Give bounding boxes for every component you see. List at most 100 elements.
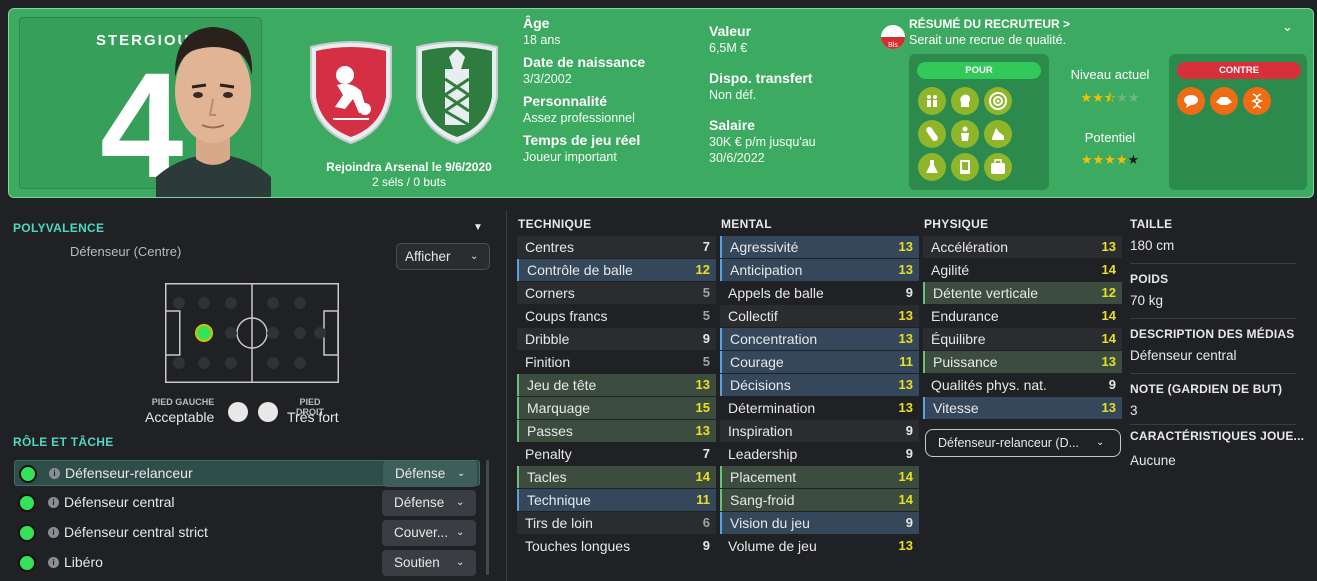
- attribute-row[interactable]: Technique 11: [517, 489, 716, 511]
- info-column-2: Valeur 6,5M € Dispo. transfert Non déf. …: [709, 23, 816, 172]
- duty-dropdown[interactable]: Défense ⌄: [383, 461, 477, 487]
- handshake-icon[interactable]: [1210, 87, 1238, 115]
- attribute-row[interactable]: Concentration 13: [720, 328, 919, 350]
- attribute-row[interactable]: Agilité 14: [923, 259, 1122, 281]
- attribute-value: 12: [1101, 285, 1116, 300]
- attribute-row[interactable]: Touches longues 9: [517, 535, 716, 557]
- attribute-row[interactable]: Tacles 14: [517, 466, 716, 488]
- attribute-name: Finition: [525, 354, 571, 370]
- attribute-name: Agressivité: [730, 239, 799, 255]
- brain-icon[interactable]: [951, 87, 979, 115]
- weight-label: POIDS: [1130, 272, 1169, 286]
- attribute-name: Passes: [527, 423, 573, 439]
- attribute-name: Endurance: [931, 308, 999, 324]
- boot-icon[interactable]: [984, 120, 1012, 148]
- height-label: TAILLE: [1130, 217, 1173, 231]
- attribute-row[interactable]: Qualités phys. nat. 9: [923, 374, 1122, 396]
- scout-avatar-icon[interactable]: Bls: [879, 23, 907, 51]
- attribute-row[interactable]: Passes 13: [517, 420, 716, 442]
- player-icon[interactable]: [951, 120, 979, 148]
- team-icon[interactable]: [918, 87, 946, 115]
- attribute-value: 14: [1101, 262, 1116, 277]
- attribute-value: 14: [1101, 308, 1116, 323]
- player-profile: STERGIOU 4 Rejoindra Arsenal le 9/6/2020…: [0, 0, 1317, 581]
- info-icon[interactable]: i: [48, 557, 59, 568]
- duty-label: Défense: [394, 495, 445, 510]
- pitch-diagram[interactable]: [165, 283, 339, 383]
- bandage-icon[interactable]: [918, 120, 946, 148]
- attribute-row[interactable]: Volume de jeu 13: [720, 535, 919, 557]
- dna-icon[interactable]: [1243, 87, 1271, 115]
- attribute-row[interactable]: Penalty 7: [517, 443, 716, 465]
- pros-label: POUR: [917, 62, 1041, 79]
- age-value: 18 ans: [523, 33, 561, 47]
- attribute-row[interactable]: Accélération 13: [923, 236, 1122, 258]
- duty-dropdown[interactable]: Soutien ⌄: [382, 550, 476, 576]
- duty-dropdown[interactable]: Couver... ⌄: [382, 520, 476, 546]
- star-icon: ★: [1116, 90, 1128, 105]
- info-column-1: Âge 18 ans Date de naissance 3/3/2002 Pe…: [523, 15, 645, 171]
- attribute-row[interactable]: Coups francs 5: [517, 305, 716, 327]
- goalkeeper-rating-value: 3: [1130, 403, 1138, 418]
- attribute-row[interactable]: Contrôle de balle 12: [517, 259, 716, 281]
- attribute-row[interactable]: Détente verticale 12: [923, 282, 1122, 304]
- attribute-row[interactable]: Dribble 9: [517, 328, 716, 350]
- attribute-row[interactable]: Corners 5: [517, 282, 716, 304]
- star-icon: ★: [1115, 152, 1128, 167]
- attribute-value: 12: [695, 262, 710, 277]
- attribute-value: 13: [695, 377, 710, 392]
- attribute-row[interactable]: Collectif 13: [720, 305, 919, 327]
- attribute-row[interactable]: Vitesse 13: [923, 397, 1122, 419]
- attribute-row[interactable]: Appels de balle 9: [720, 282, 919, 304]
- duty-label: Défense: [395, 466, 446, 481]
- attribute-row[interactable]: Agressivité 13: [720, 236, 919, 258]
- attribute-row[interactable]: Sang-froid 14: [720, 489, 919, 511]
- attribute-value: 13: [1101, 354, 1116, 369]
- attribute-row[interactable]: Tirs de loin 6: [517, 512, 716, 534]
- duty-dropdown[interactable]: Défense ⌄: [382, 490, 476, 516]
- attribute-row[interactable]: Jeu de tête 13: [517, 374, 716, 396]
- role-row[interactable]: i Défenseur-relanceur Défense ⌄: [14, 460, 480, 487]
- info-icon[interactable]: i: [49, 468, 60, 479]
- attribute-row[interactable]: Leadership 9: [720, 443, 919, 465]
- attribute-value: 11: [899, 354, 913, 369]
- attribute-row[interactable]: Équilibre 14: [923, 328, 1122, 350]
- attribute-row[interactable]: Finition 5: [517, 351, 716, 373]
- attribute-value: 6: [702, 515, 710, 530]
- star-icon: ★: [1080, 152, 1093, 167]
- speech-icon[interactable]: [1177, 87, 1205, 115]
- attribute-value: 5: [702, 285, 710, 300]
- flask-icon[interactable]: [918, 153, 946, 181]
- role-row[interactable]: i Défenseur central Défense ⌄: [14, 490, 480, 516]
- attribute-row[interactable]: Centres 7: [517, 236, 716, 258]
- chevron-down-icon: ⌄: [1096, 437, 1105, 448]
- info-icon[interactable]: i: [48, 527, 59, 538]
- attribute-row[interactable]: Courage 11: [720, 351, 919, 373]
- attribute-row[interactable]: Détermination 13: [720, 397, 919, 419]
- attribute-row[interactable]: Inspiration 9: [720, 420, 919, 442]
- player-header: STERGIOU 4 Rejoindra Arsenal le 9/6/2020…: [8, 8, 1314, 198]
- role-row[interactable]: i Libéro Soutien ⌄: [14, 550, 480, 576]
- info-icon[interactable]: i: [48, 497, 59, 508]
- show-dropdown[interactable]: Afficher ⌄: [396, 243, 490, 270]
- attribute-row[interactable]: Décisions 13: [720, 374, 919, 396]
- attribute-row[interactable]: Vision du jeu 9: [720, 512, 919, 534]
- attribute-row[interactable]: Puissance 13: [923, 351, 1122, 373]
- attribute-row[interactable]: Endurance 14: [923, 305, 1122, 327]
- chevron-down-icon[interactable]: ⌄: [1282, 19, 1293, 35]
- target-icon[interactable]: [984, 87, 1012, 115]
- attribute-row[interactable]: Anticipation 13: [720, 259, 919, 281]
- suitcase-icon[interactable]: [984, 153, 1012, 181]
- attribute-name: Jeu de tête: [527, 377, 597, 393]
- attribute-value: 9: [905, 515, 913, 530]
- roles-scrollbar[interactable]: [486, 460, 489, 575]
- role-row[interactable]: i Défenseur central strict Couver... ⌄: [14, 520, 480, 546]
- tablet-icon[interactable]: [951, 153, 979, 181]
- chevron-down-icon[interactable]: ▼: [473, 222, 483, 233]
- attribute-row[interactable]: Placement 14: [720, 466, 919, 488]
- attribute-row[interactable]: Marquage 15: [517, 397, 716, 419]
- scout-report-link[interactable]: RÉSUMÉ DU RECRUTEUR >: [909, 17, 1070, 31]
- attribute-name: Penalty: [525, 446, 572, 462]
- attribute-value: 11: [696, 492, 710, 507]
- role-select-dropdown[interactable]: Défenseur-relanceur (D... ⌄: [925, 429, 1121, 457]
